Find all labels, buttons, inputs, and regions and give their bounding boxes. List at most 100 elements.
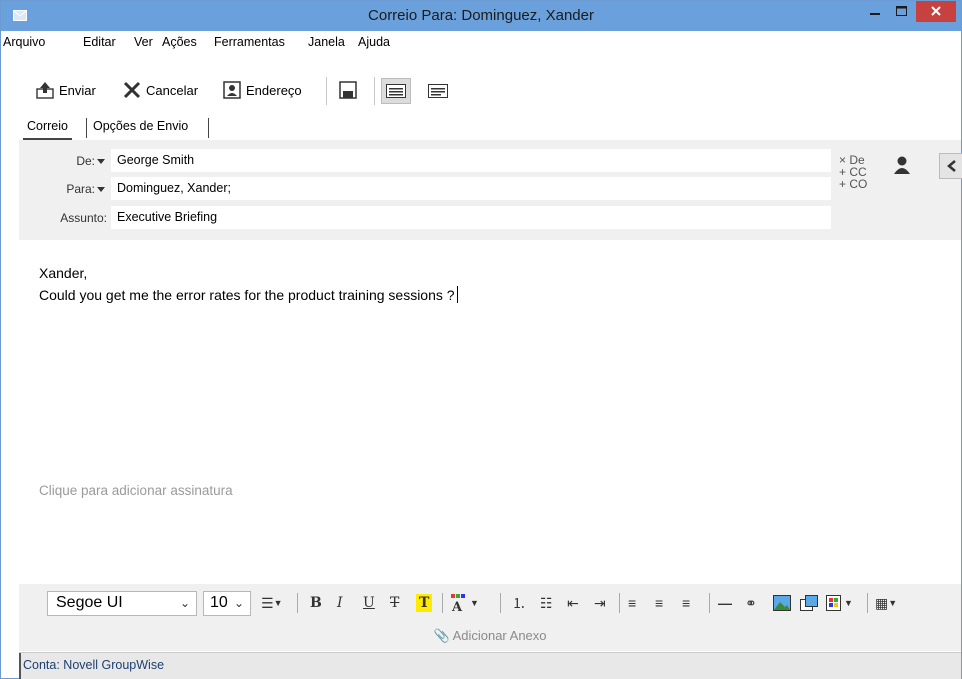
chevron-down-icon	[97, 158, 105, 164]
insert-picture-button[interactable]	[800, 592, 818, 614]
to-field[interactable]: Dominguez, Xander;	[111, 177, 831, 200]
add-co-link[interactable]: + CO	[839, 178, 867, 190]
insert-table-button[interactable]: ▦ ▼	[875, 592, 897, 614]
address-label: Endereço	[246, 82, 302, 98]
subject-field[interactable]: Executive Briefing	[111, 206, 831, 229]
address-button[interactable]: Endereço	[222, 77, 302, 103]
menu-ver[interactable]: Ver	[134, 35, 153, 49]
palette-icon	[826, 595, 841, 611]
menu-ferramentas[interactable]: Ferramentas	[214, 35, 285, 49]
text-color-button[interactable]: A ▼	[450, 592, 479, 614]
html-view-icon	[386, 84, 406, 98]
align-center-icon: ≡	[655, 595, 664, 611]
highlight-button[interactable]: T	[416, 594, 433, 612]
format-separator	[442, 593, 443, 613]
body-text-content: Could you get me the error rates for the…	[39, 287, 455, 303]
align-center-button[interactable]: ≡	[655, 592, 663, 614]
italic-button[interactable]: I	[337, 592, 343, 614]
to-label: Para:	[66, 181, 95, 196]
numbered-list-button[interactable]: ⒈	[512, 592, 526, 614]
strikethrough-button[interactable]: T	[390, 592, 399, 614]
tab-separator	[86, 118, 87, 138]
maximize-icon	[896, 6, 907, 16]
signature-hint[interactable]: Clique para adicionar assinatura	[39, 483, 233, 498]
align-right-icon: ≡	[682, 595, 691, 611]
chevron-down-icon: ⌄	[233, 596, 244, 610]
paragraph-style-icon: ☰	[261, 594, 274, 611]
font-name: Segoe UI	[56, 594, 123, 611]
add-attachment-button[interactable]: 📎 Adicionar Anexo	[19, 621, 961, 651]
text-cursor	[456, 286, 458, 303]
html-view-button[interactable]	[381, 78, 411, 104]
tab-correio[interactable]: Correio	[23, 114, 72, 140]
menu-acoes[interactable]: Ações	[162, 35, 197, 49]
toolbar-separator	[326, 77, 327, 105]
menu-editar[interactable]: Editar	[83, 35, 116, 49]
close-button[interactable]	[916, 1, 956, 22]
tab-strip: Correio Opções de Envio	[19, 114, 959, 140]
paragraph-style-button[interactable]: ☰ ▼	[261, 592, 282, 614]
decrease-indent-icon: ⇤	[567, 594, 579, 611]
chevron-down-icon: ⌄	[179, 596, 190, 610]
cancel-button[interactable]: Cancelar	[122, 77, 198, 103]
align-right-button[interactable]: ≡	[682, 592, 690, 614]
background-color-button[interactable]: ▼	[826, 592, 853, 614]
body-greeting: Xander,	[39, 265, 88, 281]
message-body[interactable]: Xander, Could you get me the error rates…	[19, 240, 961, 580]
body-text: Could you get me the error rates for the…	[39, 286, 458, 303]
cancel-x-icon	[123, 81, 141, 99]
insert-link-button[interactable]: ⚭	[745, 592, 757, 614]
svg-text:A: A	[451, 600, 463, 613]
format-separator	[500, 593, 501, 613]
format-separator	[709, 593, 710, 613]
to-dropdown[interactable]: Para:	[19, 177, 107, 200]
font-size-select[interactable]: 10 ⌄	[203, 591, 251, 616]
title-bar: Correio Para: Dominguez, Xander	[1, 1, 961, 31]
status-account: Conta: Novell GroupWise	[23, 658, 165, 672]
align-left-icon: ≡	[628, 595, 637, 611]
maximize-button[interactable]	[888, 1, 914, 22]
menu-arquivo[interactable]: Arquivo	[3, 35, 45, 49]
menu-ajuda[interactable]: Ajuda	[358, 35, 390, 49]
recipient-options: × De + CC + CO	[839, 154, 867, 190]
text-color-icon: A	[451, 594, 465, 613]
attachment-label: Adicionar Anexo	[452, 628, 547, 643]
minimize-button[interactable]	[862, 1, 888, 22]
align-left-button[interactable]: ≡	[628, 592, 636, 614]
save-draft-button[interactable]	[338, 77, 362, 103]
plain-text-icon	[428, 84, 448, 98]
bullet-list-button[interactable]: ☷	[540, 592, 553, 614]
collapse-panel-button[interactable]	[939, 153, 962, 179]
from-field[interactable]: George Smith	[111, 149, 831, 172]
increase-indent-button[interactable]: ⇥	[594, 592, 606, 614]
tab-opcoes-de-envio[interactable]: Opções de Envio	[89, 114, 192, 140]
send-icon	[36, 82, 54, 99]
cancel-label: Cancelar	[146, 82, 199, 98]
underline-button[interactable]: U	[363, 592, 375, 614]
minimize-icon	[870, 13, 880, 15]
status-bar: Conta: Novell GroupWise	[19, 652, 961, 679]
email-window: Correio Para: Dominguez, Xander Arquivo …	[0, 0, 962, 679]
format-separator	[867, 593, 868, 613]
address-header: De: George Smith Para: Dominguez, Xander…	[19, 140, 962, 240]
close-icon	[931, 6, 941, 16]
from-dropdown[interactable]: De:	[19, 149, 107, 172]
plain-text-view-button[interactable]	[423, 78, 453, 104]
chevron-down-icon: ▼	[470, 598, 479, 608]
menu-janela[interactable]: Janela	[308, 35, 345, 49]
horizontal-line-button[interactable]: —	[718, 592, 732, 614]
send-label: Enviar	[59, 82, 96, 98]
insert-image-button[interactable]	[773, 592, 791, 614]
format-separator	[619, 593, 620, 613]
window-title: Correio Para: Dominguez, Xander	[368, 7, 594, 24]
font-size: 10	[210, 594, 228, 611]
bold-button[interactable]: B	[310, 592, 322, 614]
increase-indent-icon: ⇥	[594, 594, 606, 611]
horizontal-line-icon: —	[718, 595, 732, 611]
person-icon[interactable]	[893, 155, 911, 175]
decrease-indent-button[interactable]: ⇤	[567, 592, 579, 614]
chevron-down-icon: ▼	[888, 598, 898, 608]
link-icon: ⚭	[745, 594, 757, 611]
font-select[interactable]: Segoe UI ⌄	[47, 591, 197, 616]
send-button[interactable]: Enviar	[35, 77, 96, 103]
